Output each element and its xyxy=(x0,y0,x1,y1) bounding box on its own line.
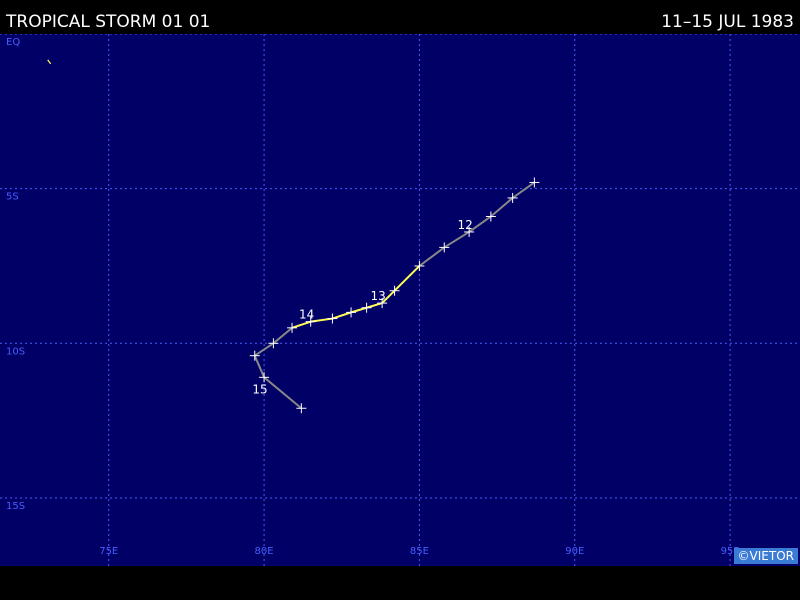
latitude-label: EQ xyxy=(6,37,20,48)
storm-title: TROPICAL STORM 01 01 xyxy=(6,12,211,32)
latitude-label: 5S xyxy=(6,192,19,203)
longitude-label: 85E xyxy=(410,546,429,557)
track-segment xyxy=(418,246,445,267)
track-map: EQ 5S 10S 15S 75E 80E 85E 90E 95E 12 13 14 15 xyxy=(0,33,800,566)
day-label: 14 xyxy=(299,308,314,322)
track-segment xyxy=(253,355,265,378)
track-segment xyxy=(393,265,421,292)
date-range: 11–15 JUL 1983 xyxy=(661,12,794,32)
track-segment xyxy=(263,376,302,410)
longitude-label: 75E xyxy=(99,546,118,557)
latitude-label: 10S xyxy=(6,346,25,357)
track-segment xyxy=(443,231,470,249)
longitude-label: 80E xyxy=(255,546,274,557)
track-segment xyxy=(350,306,367,314)
track-segment xyxy=(366,302,383,309)
stray-mark xyxy=(47,59,52,65)
day-label: 15 xyxy=(252,382,267,396)
track-segment xyxy=(291,320,311,329)
latitude-label: 15S xyxy=(6,501,25,512)
footer-bar xyxy=(0,566,800,600)
track-segment xyxy=(490,197,514,218)
day-label: 13 xyxy=(370,289,385,303)
map-canvas: EQ5S10S15S75E 80E 85E 90E 95E12131415 xyxy=(0,33,800,566)
credit-label: ©VIETOR xyxy=(733,548,798,564)
track-segment xyxy=(272,327,293,345)
track-segment xyxy=(512,181,535,199)
longitude-label: 90E xyxy=(565,546,584,557)
track-segment xyxy=(332,311,352,320)
day-label: 12 xyxy=(457,218,472,232)
header-bar: TROPICAL STORM 01 01 11–15 JUL 1983 xyxy=(0,0,800,34)
